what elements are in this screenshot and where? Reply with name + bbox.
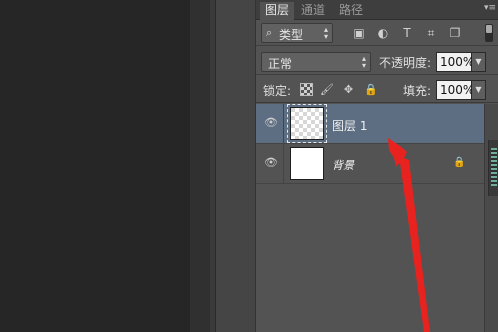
layer-row[interactable]: 👁 图层 1 (256, 104, 484, 144)
filter-kind-select[interactable]: ⌕ 类型 ▴ ▾ (261, 23, 333, 43)
visibility-toggle[interactable]: 👁 (256, 104, 284, 143)
lock-transparent-icon[interactable] (300, 83, 313, 96)
layer-name[interactable]: 背景 (332, 157, 354, 173)
lock-move-icon[interactable]: ✥ (342, 83, 355, 96)
layer-name[interactable]: 图层 1 (332, 117, 367, 134)
collapsed-side-panel-tab[interactable] (488, 140, 498, 196)
histogram-meter-icon (491, 148, 497, 186)
fill-input[interactable]: 100% (436, 80, 474, 100)
lock-row: 锁定: 🖌 ✥ 🔒 填充: 100% ▼ (256, 76, 498, 103)
visibility-toggle[interactable]: 👁 (256, 144, 284, 183)
eye-icon: 👁 (264, 116, 278, 129)
layer-thumbnail[interactable] (290, 107, 324, 140)
layer-list: 👁 图层 1 👁 背景 🔒 (256, 104, 484, 332)
tab-layers[interactable]: 图层 (260, 2, 295, 20)
tab-channels[interactable]: 通道 (296, 2, 330, 20)
panel-tab-bar: 图层 通道 路径 ▾≡ (256, 0, 498, 20)
collapsed-panel-dock (216, 0, 256, 332)
blend-mode-select[interactable]: 正常 ▴ ▾ (261, 52, 371, 72)
updown-arrow-icon: ▴ ▾ (361, 54, 366, 70)
lock-label: 锁定: (263, 84, 292, 98)
blend-row: 正常 ▴ ▾ 不透明度: 100% ▼ (256, 47, 498, 75)
opacity-input[interactable]: 100% (436, 52, 474, 72)
opacity-dropdown-icon[interactable]: ▼ (472, 52, 486, 72)
lock-brush-icon[interactable]: 🖌 (320, 83, 334, 96)
layer-thumbnail[interactable] (290, 147, 324, 180)
eye-icon: 👁 (264, 156, 278, 169)
fill-label: 填充: (403, 84, 432, 98)
type-filter-icon[interactable]: T (400, 26, 414, 40)
opacity-label: 不透明度: (379, 56, 432, 70)
document-canvas-area[interactable] (0, 0, 190, 332)
layer-row[interactable]: 👁 背景 🔒 (256, 144, 484, 184)
smart-object-filter-icon[interactable]: ❐ (448, 26, 462, 40)
filter-toggle-switch[interactable] (485, 24, 493, 42)
filter-kind-value: 类型 (279, 28, 304, 42)
tab-paths[interactable]: 路径 (334, 2, 368, 20)
blend-mode-value: 正常 (268, 57, 293, 71)
image-filter-icon[interactable]: ▣ (352, 26, 366, 40)
workspace-gutter (190, 0, 210, 332)
layers-panel: 图层 通道 路径 ▾≡ ⌕ 类型 ▴ ▾ ▣ ◐ T ⌗ ❐ 正常 ▴ ▾ 不透明度… (256, 0, 498, 332)
lock-all-icon[interactable]: 🔒 (364, 83, 378, 96)
lock-icon: 🔒 (453, 157, 466, 168)
fill-dropdown-icon[interactable]: ▼ (472, 80, 486, 100)
shape-filter-icon[interactable]: ⌗ (424, 26, 438, 40)
layer-filter-row: ⌕ 类型 ▴ ▾ ▣ ◐ T ⌗ ❐ (256, 20, 498, 46)
adjustment-filter-icon[interactable]: ◐ (376, 26, 390, 40)
updown-arrow-icon: ▴ ▾ (323, 25, 328, 41)
layer-list-scrollbar[interactable] (484, 104, 498, 332)
panel-menu-icon[interactable]: ▾≡ (484, 3, 496, 15)
magnifier-icon: ⌕ (266, 26, 273, 39)
